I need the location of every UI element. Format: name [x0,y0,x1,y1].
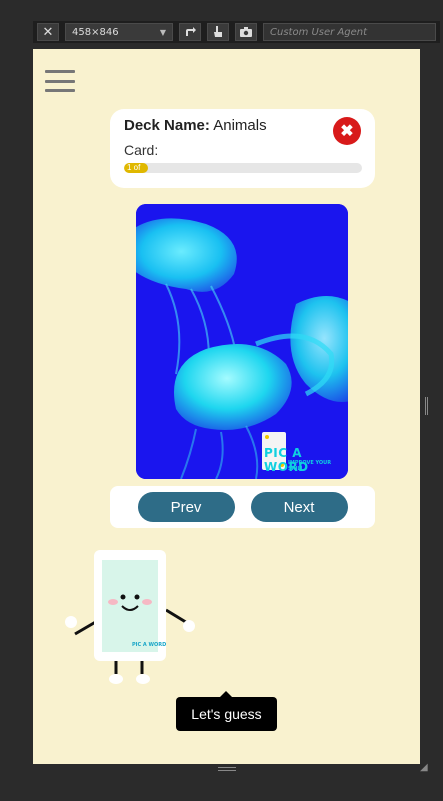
app-viewport: Deck Name: Animals Card: 1 of ✖ PIC A WO… [33,49,420,764]
mascot-logo: PIC A WORD [132,642,167,648]
jellyfish-image [136,204,348,479]
rotate-icon[interactable] [179,23,201,41]
hamburger-menu-icon[interactable] [45,70,75,92]
next-button[interactable]: Next [250,492,348,522]
deck-info-card: Deck Name: Animals Card: 1 of ✖ [110,109,375,188]
card-mascot: PIC A WORD [61,550,231,690]
close-deck-button[interactable]: ✖ [333,117,361,145]
progress-fill: 1 of [124,163,148,173]
watermark-subtitle: IMPROVE YOUR SKILL [288,460,332,472]
deck-name-label: Deck Name: [124,117,210,134]
camera-icon[interactable] [235,23,257,41]
close-icon[interactable]: ✕ [37,23,59,41]
emulator-toolbar: ✕ 458×846 ▼ Custom User Agent [33,21,440,43]
resize-corner-icon[interactable]: ◢ [420,762,428,773]
device-size-value: 458×846 [72,26,119,38]
device-size-select[interactable]: 458×846 ▼ [65,23,173,41]
card-progress-bar: 1 of [124,163,362,173]
resize-handle-right[interactable] [425,397,428,415]
chevron-down-icon: ▼ [159,27,166,37]
touch-icon[interactable] [207,23,229,41]
deck-name-value: Animals [213,117,267,134]
user-agent-input[interactable]: Custom User Agent [263,23,436,41]
resize-handle-bottom[interactable] [218,767,236,771]
prev-button[interactable]: Prev [137,492,235,522]
flashcard-image: PIC A WORD IMPROVE YOUR SKILL [136,204,348,479]
deck-name: Deck Name: Animals [124,117,361,134]
hint-tooltip: Let's guess [176,691,277,731]
card-label: Card: [124,142,159,158]
mascot-illustration [65,550,195,684]
navigation-bar: Prev Next [110,486,375,528]
